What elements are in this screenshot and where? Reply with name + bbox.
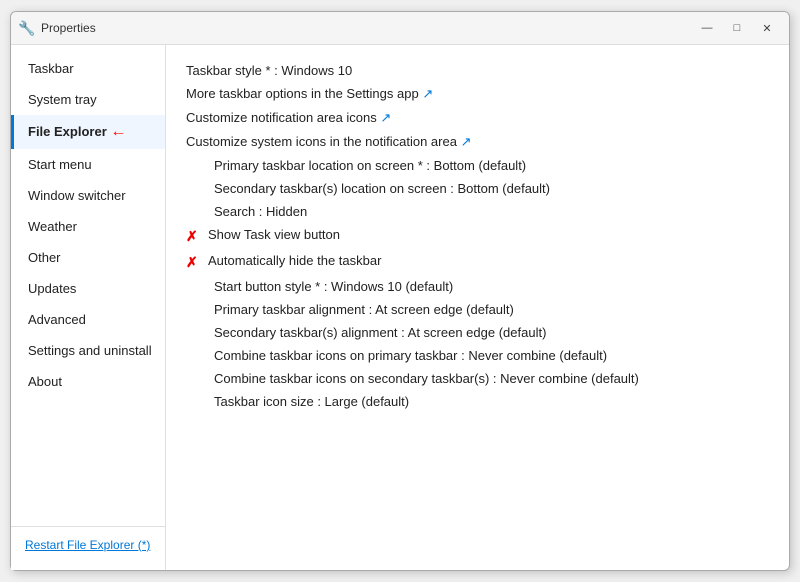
main-item-10: Primary taskbar alignment : At screen ed… xyxy=(186,298,769,321)
maximize-button[interactable]: □ xyxy=(723,18,751,38)
title-bar: 🔧 Properties — □ ✕ xyxy=(11,12,789,45)
main-item-text-8: Automatically hide the taskbar xyxy=(208,253,381,268)
sidebar-item-system-tray[interactable]: System tray xyxy=(11,84,165,115)
main-item-1[interactable]: More taskbar options in the Settings app… xyxy=(186,82,769,106)
restart-file-explorer-link[interactable]: Restart File Explorer (*) xyxy=(25,538,150,552)
main-content: Taskbar style * : Windows 10 More taskbar… xyxy=(166,45,789,570)
sidebar-nav: TaskbarSystem trayFile Explorer ←Start m… xyxy=(11,53,165,397)
sidebar-footer: Restart File Explorer (*) xyxy=(11,526,165,562)
sidebar-item-other[interactable]: Other xyxy=(11,242,165,273)
link-arrow-icon: ↗ xyxy=(380,110,391,125)
properties-window: 🔧 Properties — □ ✕ TaskbarSystem trayFil… xyxy=(10,11,790,571)
sidebar-item-file-explorer[interactable]: File Explorer ← xyxy=(11,115,165,149)
sidebar-item-window-switcher[interactable]: Window switcher xyxy=(11,180,165,211)
main-item-text-13: Combine taskbar icons on secondary taskb… xyxy=(214,371,639,386)
sidebar-item-start-menu[interactable]: Start menu xyxy=(11,149,165,180)
main-item-text-4: Primary taskbar location on screen * : B… xyxy=(214,158,526,173)
window-controls: — □ ✕ xyxy=(693,18,781,38)
main-item-13: Combine taskbar icons on secondary taskb… xyxy=(186,367,769,390)
main-item-8: ✗ Automatically hide the taskbar xyxy=(186,249,769,275)
main-item-text-12: Combine taskbar icons on primary taskbar… xyxy=(214,348,607,363)
main-item-text-7: Show Task view button xyxy=(208,227,340,242)
sidebar: TaskbarSystem trayFile Explorer ←Start m… xyxy=(11,45,166,570)
sidebar-item-taskbar[interactable]: Taskbar xyxy=(11,53,165,84)
link-arrow-icon: ↗ xyxy=(422,86,433,101)
main-item-12: Combine taskbar icons on primary taskbar… xyxy=(186,344,769,367)
sidebar-item-about[interactable]: About xyxy=(11,366,165,397)
window-icon: 🔧 xyxy=(19,20,35,36)
main-item-2[interactable]: Customize notification area icons ↗ xyxy=(186,106,769,130)
x-mark-icon: ✗ xyxy=(186,228,202,245)
main-items: Taskbar style * : Windows 10 More taskbar… xyxy=(186,59,769,413)
main-item-text-2: Customize notification area icons ↗ xyxy=(186,110,391,126)
sidebar-item-weather[interactable]: Weather xyxy=(11,211,165,242)
main-item-6: Search : Hidden xyxy=(186,200,769,223)
link-arrow-icon: ↗ xyxy=(461,134,472,149)
main-item-7: ✗ Show Task view button xyxy=(186,223,769,249)
x-mark-icon: ✗ xyxy=(186,254,202,271)
main-item-text-11: Secondary taskbar(s) alignment : At scre… xyxy=(214,325,546,340)
window-content: TaskbarSystem trayFile Explorer ←Start m… xyxy=(11,45,789,570)
main-item-14: Taskbar icon size : Large (default) xyxy=(186,390,769,413)
minimize-button[interactable]: — xyxy=(693,18,721,38)
main-item-9: Start button style * : Windows 10 (defau… xyxy=(186,275,769,298)
window-title: Properties xyxy=(41,21,693,35)
main-item-text-3: Customize system icons in the notificati… xyxy=(186,134,471,150)
main-item-text-1: More taskbar options in the Settings app… xyxy=(186,86,433,102)
main-item-11: Secondary taskbar(s) alignment : At scre… xyxy=(186,321,769,344)
main-item-text-6: Search : Hidden xyxy=(214,204,307,219)
sidebar-item-updates[interactable]: Updates xyxy=(11,273,165,304)
main-item-text-9: Start button style * : Windows 10 (defau… xyxy=(214,279,453,294)
main-item-text-5: Secondary taskbar(s) location on screen … xyxy=(214,181,550,196)
main-item-3[interactable]: Customize system icons in the notificati… xyxy=(186,130,769,154)
sidebar-item-advanced[interactable]: Advanced xyxy=(11,304,165,335)
main-item-5: Secondary taskbar(s) location on screen … xyxy=(186,177,769,200)
close-button[interactable]: ✕ xyxy=(753,18,781,38)
main-item-text-14: Taskbar icon size : Large (default) xyxy=(214,394,409,409)
sidebar-item-settings-and-uninstall[interactable]: Settings and uninstall xyxy=(11,335,165,366)
main-item-text-0: Taskbar style * : Windows 10 xyxy=(186,63,352,78)
main-item-text-10: Primary taskbar alignment : At screen ed… xyxy=(214,302,514,317)
main-item-0: Taskbar style * : Windows 10 xyxy=(186,59,769,82)
main-item-4: Primary taskbar location on screen * : B… xyxy=(186,154,769,177)
